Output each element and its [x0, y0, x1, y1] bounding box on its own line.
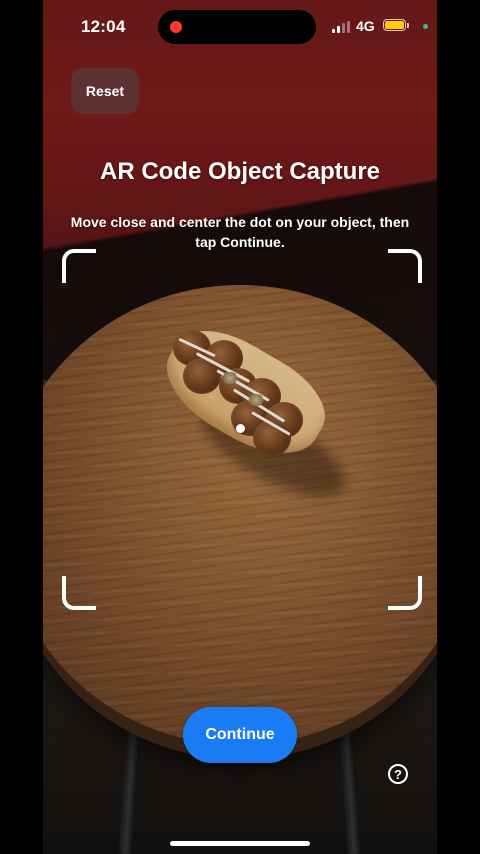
center-target-dot [236, 424, 245, 433]
frame-corner-top-right [388, 249, 422, 283]
home-indicator[interactable] [170, 841, 310, 846]
continue-button[interactable]: Continue [183, 707, 297, 763]
capture-instructions: Move close and center the dot on your ob… [70, 214, 410, 250]
status-time: 12:04 [81, 17, 126, 36]
status-bar: 12:04 4G [43, 0, 437, 54]
reset-button[interactable]: Reset [71, 68, 139, 114]
frame-corner-bottom-right [388, 576, 422, 610]
frame-corner-top-left [62, 249, 96, 283]
battery-icon [383, 19, 406, 31]
page-title: AR Code Object Capture [99, 158, 381, 185]
recording-indicator-icon [170, 21, 182, 33]
battery-level [385, 21, 404, 29]
question-circle-icon[interactable]: ? [388, 764, 408, 784]
privacy-indicator-icon [423, 24, 428, 29]
frame-corner-bottom-left [62, 576, 96, 610]
dynamic-island [158, 10, 316, 44]
cellular-signal-icon [332, 21, 350, 33]
network-type: 4G [356, 18, 375, 34]
phone-screen: 12:04 4G Reset AR Code Object Capture Mo… [43, 0, 437, 854]
